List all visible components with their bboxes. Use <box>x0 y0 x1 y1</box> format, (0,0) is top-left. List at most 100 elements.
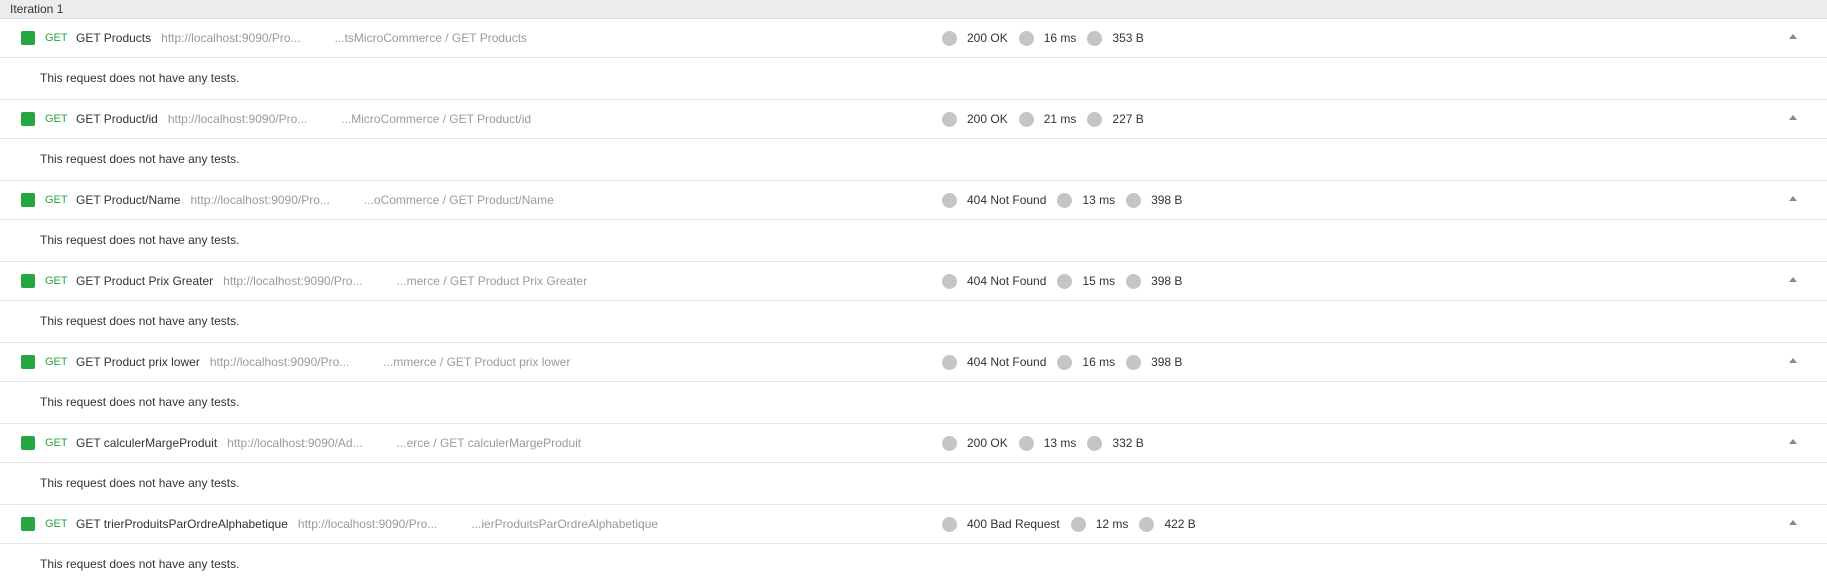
request-method: GET <box>45 437 68 449</box>
collapse-icon[interactable] <box>1789 196 1797 201</box>
request-row[interactable]: GET GET Product Prix Greater http://local… <box>0 262 1827 301</box>
pass-status-icon <box>21 274 35 288</box>
response-time: 13 ms <box>1082 193 1116 207</box>
request-url: http://localhost:9090/Ad... <box>227 436 363 450</box>
response-status: 404 Not Found <box>967 193 1047 207</box>
request-item: GET GET calculerMargeProduit http://local… <box>0 424 1827 505</box>
request-name: GET Products <box>76 31 152 45</box>
pass-status-icon <box>21 31 35 45</box>
response-time: 12 ms <box>1095 517 1129 531</box>
time-dot-icon <box>1057 192 1073 208</box>
time-dot-icon <box>1018 30 1034 46</box>
request-name: GET trierProduitsParOrdreAlphabetique <box>76 517 288 531</box>
request-method: GET <box>45 518 68 530</box>
request-title: GET Product/Name http://localhost:9090/Pr… <box>76 192 554 208</box>
response-size: 398 B <box>1151 274 1183 288</box>
request-url: http://localhost:9090/Pro... <box>223 274 363 288</box>
tests-message: This request does not have any tests. <box>0 220 1827 262</box>
request-row[interactable]: GET GET calculerMargeProduit http://local… <box>0 424 1827 463</box>
request-row[interactable]: GET GET Products http://localhost:9090/Pr… <box>0 19 1827 58</box>
tests-message: This request does not have any tests. <box>0 58 1827 100</box>
tests-message: This request does not have any tests. <box>0 463 1827 505</box>
request-method: GET <box>45 113 68 125</box>
request-item: GET GET Product Prix Greater http://local… <box>0 262 1827 343</box>
request-url: http://localhost:9090/Pro... <box>161 31 301 45</box>
collapse-icon[interactable] <box>1789 358 1797 363</box>
request-row[interactable]: GET GET Product/Name http://localhost:909… <box>0 181 1827 220</box>
time-dot-icon <box>1057 273 1073 289</box>
pass-status-icon <box>21 517 35 531</box>
request-path: ...ierProduitsParOrdreAlphabetique <box>471 517 659 531</box>
collapse-icon[interactable] <box>1789 115 1797 120</box>
status-dot-icon <box>942 435 957 451</box>
request-url: http://localhost:9090/Pro... <box>209 355 350 369</box>
request-row[interactable]: GET GET trierProduitsParOrdreAlphabetiqu… <box>0 505 1827 544</box>
time-dot-icon <box>1070 516 1086 532</box>
request-name: GET Product/id <box>76 112 158 126</box>
response-status: 404 Not Found <box>967 274 1047 288</box>
time-dot-icon <box>1018 111 1034 127</box>
request-metrics: 404 Not Found 15 ms 398 B <box>942 273 1193 289</box>
response-time: 16 ms <box>1082 355 1116 369</box>
iteration-label: Iteration 1 <box>10 2 64 16</box>
status-dot-icon <box>942 273 957 289</box>
response-status: 200 OK <box>967 112 1008 126</box>
response-time: 15 ms <box>1082 274 1116 288</box>
size-dot-icon <box>1126 192 1142 208</box>
request-path: ...erce / GET calculerMargeProduit <box>396 436 582 450</box>
response-size: 353 B <box>1112 31 1144 45</box>
tests-message: This request does not have any tests. <box>0 382 1827 424</box>
response-time: 13 ms <box>1043 436 1077 450</box>
request-url: http://localhost:9090/Pro... <box>167 112 308 126</box>
collapse-icon[interactable] <box>1789 277 1797 282</box>
request-item: GET GET Product/Name http://localhost:909… <box>0 181 1827 262</box>
request-row[interactable]: GET GET Product prix lower http://localho… <box>0 343 1827 382</box>
time-dot-icon <box>1057 354 1073 370</box>
collapse-icon[interactable] <box>1789 34 1797 39</box>
size-dot-icon <box>1126 273 1142 289</box>
request-list: GET GET Products http://localhost:9090/Pr… <box>0 19 1827 584</box>
request-item: GET GET Product/id http://localhost:9090/… <box>0 100 1827 181</box>
response-size: 398 B <box>1151 193 1183 207</box>
iteration-header: Iteration 1 <box>0 0 1827 19</box>
pass-status-icon <box>21 436 35 450</box>
request-path: ...tsMicroCommerce / GET Products <box>334 31 528 45</box>
request-item: GET GET trierProduitsParOrdreAlphabetiqu… <box>0 505 1827 584</box>
response-time: 16 ms <box>1043 31 1077 45</box>
request-title: GET calculerMargeProduit http://localhost… <box>76 435 581 451</box>
status-dot-icon <box>942 111 957 127</box>
request-metrics: 200 OK 21 ms 227 B <box>942 111 1155 127</box>
request-url: http://localhost:9090/Pro... <box>190 193 330 207</box>
size-dot-icon <box>1087 111 1103 127</box>
request-row[interactable]: GET GET Product/id http://localhost:9090/… <box>0 100 1827 139</box>
tests-message: This request does not have any tests. <box>0 544 1827 584</box>
tests-message: This request does not have any tests. <box>0 301 1827 343</box>
request-path: ...merce / GET Product Prix Greater <box>396 274 588 288</box>
collapse-icon[interactable] <box>1789 520 1797 525</box>
status-dot-icon <box>942 516 957 532</box>
pass-status-icon <box>21 355 35 369</box>
request-name: GET Product/Name <box>76 193 181 207</box>
request-method: GET <box>45 194 68 206</box>
request-method: GET <box>45 32 68 44</box>
request-path: ...mmerce / GET Product prix lower <box>383 355 571 369</box>
status-dot-icon <box>942 30 957 46</box>
response-size: 398 B <box>1151 355 1183 369</box>
request-title: GET trierProduitsParOrdreAlphabetique htt… <box>76 516 658 532</box>
size-dot-icon <box>1139 516 1155 532</box>
request-item: GET GET Products http://localhost:9090/Pr… <box>0 19 1827 100</box>
request-metrics: 400 Bad Request 12 ms 422 B <box>942 516 1207 532</box>
request-method: GET <box>45 275 68 287</box>
request-method: GET <box>45 356 68 368</box>
collapse-icon[interactable] <box>1789 439 1797 444</box>
pass-status-icon <box>21 112 35 126</box>
request-metrics: 200 OK 16 ms 353 B <box>942 30 1155 46</box>
response-status: 404 Not Found <box>967 355 1047 369</box>
status-dot-icon <box>942 354 957 370</box>
tests-message: This request does not have any tests. <box>0 139 1827 181</box>
response-size: 332 B <box>1112 436 1144 450</box>
request-url: http://localhost:9090/Pro... <box>297 517 438 531</box>
size-dot-icon <box>1126 354 1142 370</box>
response-status: 200 OK <box>967 436 1008 450</box>
request-title: GET Product/id http://localhost:9090/Pro.… <box>76 111 531 127</box>
